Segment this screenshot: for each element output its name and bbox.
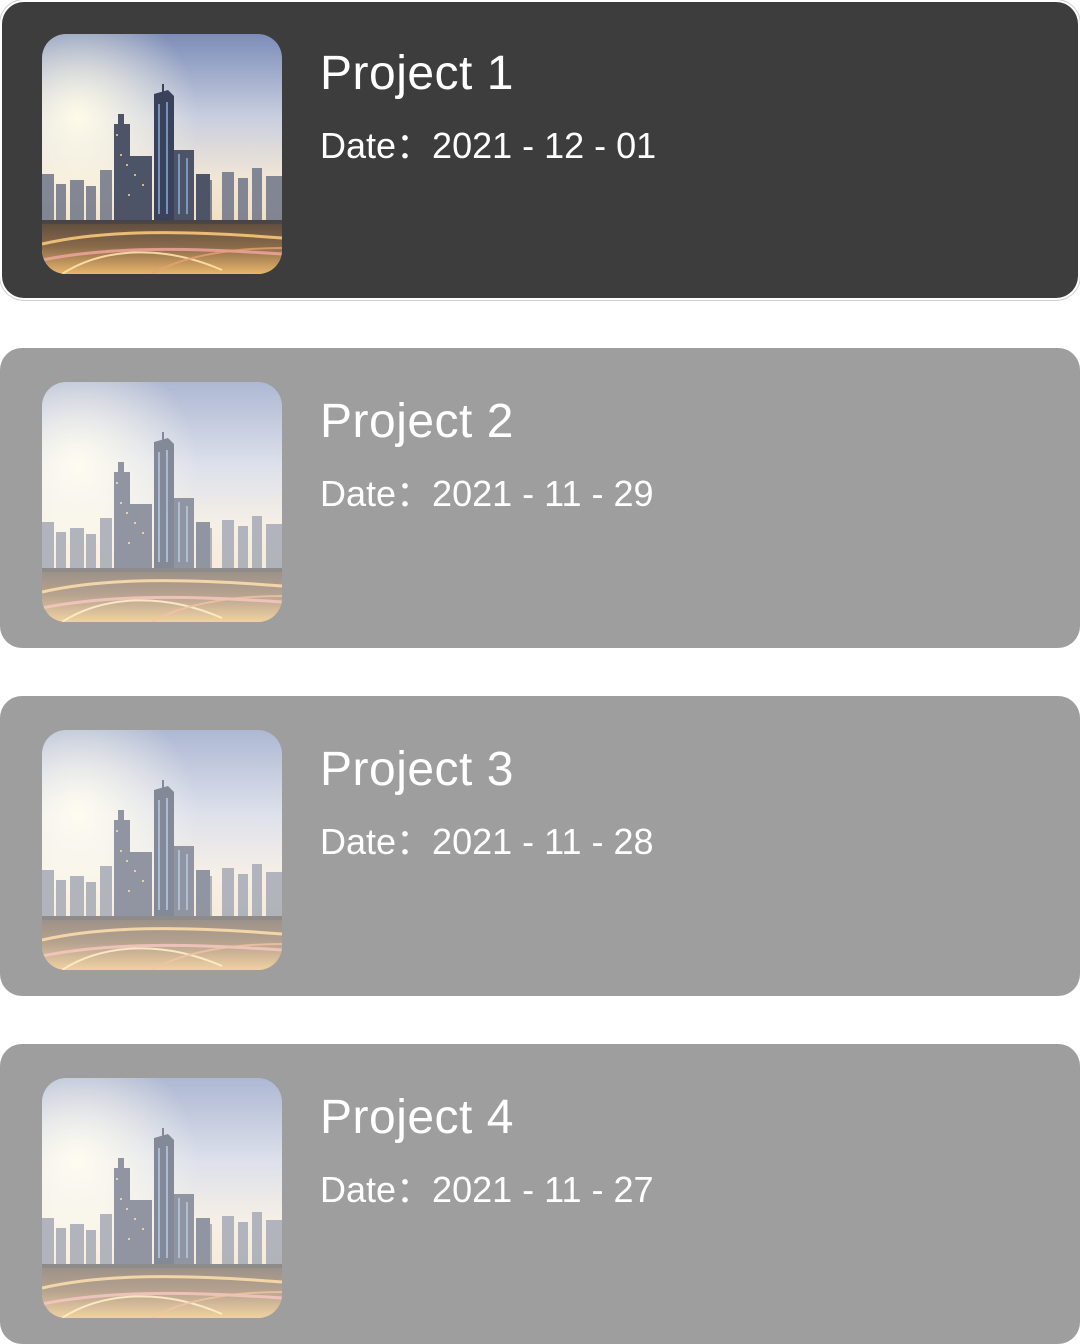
- project-thumbnail: [42, 382, 282, 622]
- project-thumbnail: [42, 34, 282, 274]
- project-title: Project 2: [320, 395, 514, 448]
- project-title: Project 1: [320, 47, 514, 100]
- project-thumbnail: [42, 730, 282, 970]
- project-date: Date：2021 - 12 - 01: [320, 125, 657, 166]
- project-list: Project 1 Date：2021 - 12 - 01 Project 2 …: [0, 0, 1080, 1344]
- project-card-3[interactable]: Project 3 Date：2021 - 11 - 28: [0, 696, 1080, 996]
- project-date: Date：2021 - 11 - 29: [320, 473, 654, 514]
- project-title: Project 4: [320, 1091, 514, 1144]
- project-card-1[interactable]: Project 1 Date：2021 - 12 - 01: [2, 2, 1078, 298]
- project-card-2[interactable]: Project 2 Date：2021 - 11 - 29: [0, 348, 1080, 648]
- project-card-4[interactable]: Project 4 Date：2021 - 11 - 27: [0, 1044, 1080, 1344]
- project-date: Date：2021 - 11 - 28: [320, 821, 654, 862]
- project-thumbnail: [42, 1078, 282, 1318]
- project-date: Date：2021 - 11 - 27: [320, 1169, 654, 1210]
- city-skyline-image: [42, 34, 282, 274]
- project-title: Project 3: [320, 743, 514, 796]
